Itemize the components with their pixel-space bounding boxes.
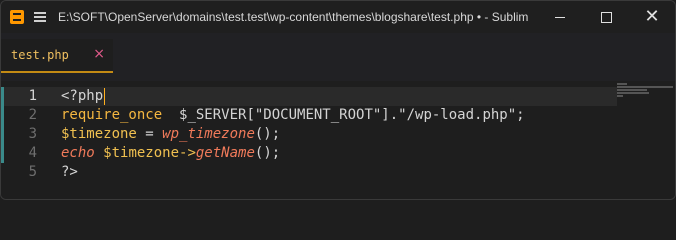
maximize-icon [600, 11, 612, 23]
code-text: require_once $_SERVER["DOCUMENT_ROOT"]."… [61, 107, 525, 123]
code-line[interactable]: 4 echo $timezone->getName(); [1, 144, 617, 163]
tab-test-php[interactable]: test.php × [1, 39, 113, 73]
modified-line-marker [1, 125, 4, 144]
minimize-button[interactable] [537, 1, 583, 33]
minimap[interactable] [617, 83, 673, 99]
title-bar[interactable]: E:\SOFT\OpenServer\domains\test.test\wp-… [1, 1, 675, 33]
modified-line-marker [1, 106, 4, 125]
tab-label: test.php [11, 48, 69, 62]
line-number: 3 [28, 126, 37, 142]
code-text: ?> [61, 164, 78, 180]
window-title: E:\SOFT\OpenServer\domains\test.test\wp-… [58, 10, 529, 24]
tab-bar: test.php × [1, 33, 675, 73]
modified-line-marker [1, 87, 4, 106]
minimize-icon [555, 16, 565, 18]
sublime-window: E:\SOFT\OpenServer\domains\test.test\wp-… [0, 0, 676, 200]
modified-line-marker [1, 144, 4, 163]
sublime-text-icon [10, 10, 24, 24]
close-icon: ✕ [644, 6, 660, 27]
line-number: 2 [28, 107, 37, 123]
code-line[interactable]: 2 require_once $_SERVER["DOCUMENT_ROOT"]… [1, 106, 617, 125]
code-text: echo $timezone->getName(); [61, 145, 281, 161]
code-line[interactable]: 1 <?php [1, 87, 617, 106]
window-controls: ✕ [537, 1, 675, 33]
code-line[interactable]: 5 ?> [1, 163, 617, 182]
line-number: 1 [28, 88, 37, 104]
tab-close-icon[interactable]: × [93, 46, 105, 62]
line-number: 5 [28, 164, 37, 180]
menu-icon[interactable] [34, 12, 46, 22]
line-number: 4 [28, 145, 37, 161]
code-text: $timezone = wp_timezone(); [61, 126, 281, 142]
text-cursor [104, 87, 106, 105]
code-text: <?php [61, 87, 106, 105]
maximize-button[interactable] [583, 1, 629, 33]
code-line[interactable]: 3 $timezone = wp_timezone(); [1, 125, 617, 144]
code-editor[interactable]: 1 <?php 2 require_once $_SERVER["DOCUMEN… [1, 81, 675, 199]
close-button[interactable]: ✕ [629, 1, 675, 33]
